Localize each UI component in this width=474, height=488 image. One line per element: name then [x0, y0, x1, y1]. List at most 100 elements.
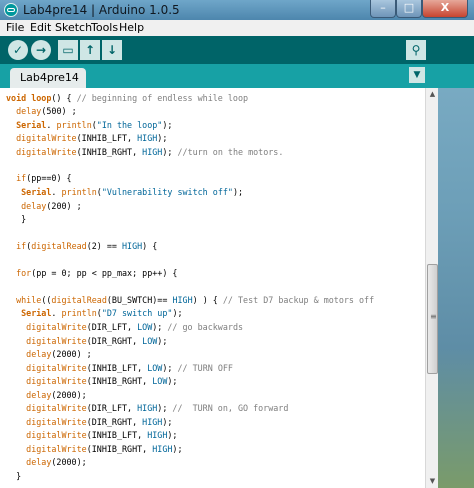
code-token: // Test D7 backup & motors off [222, 295, 375, 305]
code-token: digitalWrite [26, 417, 87, 427]
menu-bar: File Edit Sketch Tools Help [0, 20, 474, 36]
code-line: digitalWrite(INHIB_RGHT, LOW); [6, 374, 177, 388]
code-line: while((digitalRead(BU_SWTCH)== HIGH) ) {… [6, 293, 374, 307]
save-sketch-icon[interactable]: ↓ [102, 40, 122, 60]
vertical-scrollbar[interactable]: ▲ ≡ ▼ [425, 88, 438, 488]
code-token: for [16, 268, 32, 278]
code-token: ); [157, 133, 168, 143]
code-token: digitalWrite [26, 336, 87, 346]
code-line: if(digitalRead(2) == HIGH) { [6, 239, 157, 253]
code-token: ); [157, 403, 173, 413]
code-line: } [6, 212, 26, 226]
code-token: (( [41, 295, 52, 305]
code-token: digitalWrite [26, 376, 87, 386]
code-token: digitalWrite [26, 403, 87, 413]
code-token: (INHIB_RGHT, [76, 147, 143, 157]
code-token: (2) == [86, 241, 122, 251]
tab-strip: Lab4pre14 ▼ [0, 64, 474, 88]
code-token: "In the loop" [96, 120, 163, 130]
code-line: delay(500) ; [6, 104, 77, 118]
code-token: HIGH [142, 147, 163, 157]
code-token: Serial [21, 187, 52, 197]
serial-monitor-icon[interactable]: ⚲ [406, 40, 426, 60]
code-token: ); [162, 417, 173, 427]
code-line: delay(200) ; [6, 199, 82, 213]
code-line: digitalWrite(DIR_RGHT, HIGH); [6, 415, 172, 429]
code-token: HIGH [152, 444, 173, 454]
code-token: (INHIB_RGHT, [86, 444, 153, 454]
code-token: digitalWrite [26, 322, 87, 332]
close-button[interactable]: X [422, 0, 468, 18]
code-token: ); [232, 187, 244, 197]
code-token: ) { [142, 241, 158, 251]
code-line: } [6, 469, 21, 483]
code-token: while [16, 295, 42, 305]
code-token: digitalWrite [26, 363, 87, 373]
code-token: ); [162, 120, 173, 130]
code-token: (BU_SWTCH)== [106, 295, 173, 305]
code-line: digitalWrite(INHIB_RGHT, HIGH); //turn o… [6, 145, 283, 159]
tab-lab4pre14[interactable]: Lab4pre14 [10, 68, 86, 88]
code-token: LOW [137, 322, 153, 332]
code-token: . [51, 187, 62, 197]
maximize-button[interactable]: □ [396, 0, 422, 18]
scroll-up-arrow-icon[interactable]: ▲ [427, 88, 438, 101]
menu-file[interactable]: File [6, 21, 24, 34]
open-sketch-icon[interactable]: ↑ [80, 40, 100, 60]
code-token: ); [162, 147, 178, 157]
tab-menu-chevron-down-icon[interactable]: ▼ [409, 67, 425, 83]
code-token: . [46, 120, 57, 130]
code-token: (DIR_RGHT, [86, 417, 143, 427]
code-token: Serial [21, 308, 52, 318]
code-line: Serial. println("D7 switch up"); [6, 306, 182, 320]
code-token: // TURN on, GO forward [172, 403, 289, 413]
code-token: HIGH [122, 241, 143, 251]
code-token: (DIR_RGHT, [86, 336, 143, 346]
upload-icon[interactable]: → [31, 40, 51, 60]
new-sketch-icon[interactable]: ▭ [58, 40, 78, 60]
code-token: ); [167, 430, 178, 440]
code-token: (INHIB_LFT, [86, 363, 148, 373]
code-token: ) ) { [192, 295, 223, 305]
code-token: HIGH [137, 403, 158, 413]
menu-sketch[interactable]: Sketch [55, 21, 92, 34]
code-line: digitalWrite(INHIB_RGHT, HIGH); [6, 442, 182, 456]
verify-icon[interactable]: ✓ [8, 40, 28, 60]
code-line: void loop() { // beginning of endless wh… [6, 91, 248, 105]
minimize-button[interactable]: – [370, 0, 396, 18]
code-token: ); [152, 322, 168, 332]
scrollbar-thumb[interactable]: ≡ [427, 264, 438, 374]
code-token: digitalRead [51, 295, 107, 305]
code-token: (200) ; [46, 201, 82, 211]
code-token: (INHIB_LFT, [86, 430, 148, 440]
arduino-logo-icon [4, 3, 18, 17]
code-token: delay [26, 390, 52, 400]
code-line: digitalWrite(INHIB_LFT, LOW); // TURN OF… [6, 361, 233, 375]
menu-help[interactable]: Help [119, 21, 144, 34]
scroll-down-arrow-icon[interactable]: ▼ [427, 475, 438, 488]
code-token: //turn on the motors. [177, 147, 284, 157]
code-token: HIGH [137, 133, 158, 143]
code-token: HIGH [172, 295, 193, 305]
menu-tools[interactable]: Tools [91, 21, 118, 34]
title-bar[interactable]: Lab4pre14 | Arduino 1.0.5 – □ X [0, 0, 474, 20]
code-token: ); [157, 336, 168, 346]
code-token: LOW [152, 376, 168, 386]
code-line: delay(2000); [6, 455, 87, 469]
code-token: digitalWrite [16, 133, 77, 143]
code-editor[interactable]: void loop() { // beginning of endless wh… [0, 88, 425, 488]
code-token: } [6, 214, 27, 224]
code-token: println [61, 308, 97, 318]
code-token: ); [162, 363, 178, 373]
menu-edit[interactable]: Edit [30, 21, 51, 34]
